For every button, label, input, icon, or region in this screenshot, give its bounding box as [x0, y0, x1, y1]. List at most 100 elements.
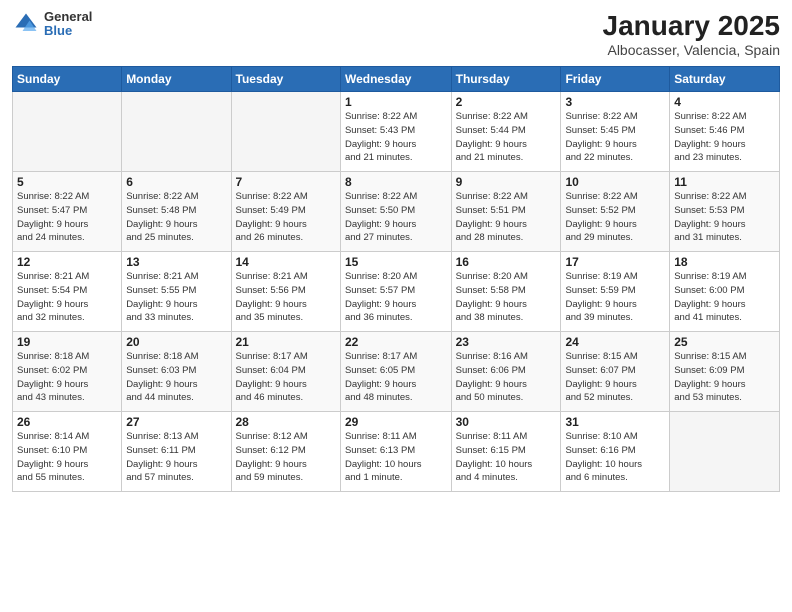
calendar-day: 14Sunrise: 8:21 AM Sunset: 5:56 PM Dayli… — [231, 252, 340, 332]
day-info: Sunrise: 8:22 AM Sunset: 5:50 PM Dayligh… — [345, 190, 447, 245]
calendar-day: 16Sunrise: 8:20 AM Sunset: 5:58 PM Dayli… — [451, 252, 561, 332]
day-info: Sunrise: 8:13 AM Sunset: 6:11 PM Dayligh… — [126, 430, 226, 485]
calendar-day: 28Sunrise: 8:12 AM Sunset: 6:12 PM Dayli… — [231, 412, 340, 492]
day-number: 25 — [674, 335, 775, 349]
day-info: Sunrise: 8:22 AM Sunset: 5:46 PM Dayligh… — [674, 110, 775, 165]
day-number: 6 — [126, 175, 226, 189]
day-info: Sunrise: 8:21 AM Sunset: 5:56 PM Dayligh… — [236, 270, 336, 325]
day-info: Sunrise: 8:22 AM Sunset: 5:51 PM Dayligh… — [456, 190, 557, 245]
day-info: Sunrise: 8:17 AM Sunset: 6:05 PM Dayligh… — [345, 350, 447, 405]
header-sunday: Sunday — [13, 67, 122, 92]
title-block: January 2025 Albocasser, Valencia, Spain — [603, 10, 780, 58]
calendar-day: 11Sunrise: 8:22 AM Sunset: 5:53 PM Dayli… — [670, 172, 780, 252]
header-thursday: Thursday — [451, 67, 561, 92]
day-number: 17 — [565, 255, 665, 269]
calendar-day: 15Sunrise: 8:20 AM Sunset: 5:57 PM Dayli… — [340, 252, 451, 332]
calendar-body: 1Sunrise: 8:22 AM Sunset: 5:43 PM Daylig… — [13, 92, 780, 492]
day-number: 1 — [345, 95, 447, 109]
calendar-day: 1Sunrise: 8:22 AM Sunset: 5:43 PM Daylig… — [340, 92, 451, 172]
calendar-day: 23Sunrise: 8:16 AM Sunset: 6:06 PM Dayli… — [451, 332, 561, 412]
calendar-day: 24Sunrise: 8:15 AM Sunset: 6:07 PM Dayli… — [561, 332, 670, 412]
calendar-day: 13Sunrise: 8:21 AM Sunset: 5:55 PM Dayli… — [122, 252, 231, 332]
day-number: 10 — [565, 175, 665, 189]
day-number: 4 — [674, 95, 775, 109]
day-info: Sunrise: 8:18 AM Sunset: 6:03 PM Dayligh… — [126, 350, 226, 405]
header-monday: Monday — [122, 67, 231, 92]
day-number: 8 — [345, 175, 447, 189]
calendar-day: 26Sunrise: 8:14 AM Sunset: 6:10 PM Dayli… — [13, 412, 122, 492]
calendar-day — [13, 92, 122, 172]
day-info: Sunrise: 8:22 AM Sunset: 5:43 PM Dayligh… — [345, 110, 447, 165]
calendar-subtitle: Albocasser, Valencia, Spain — [603, 42, 780, 58]
day-number: 23 — [456, 335, 557, 349]
calendar-day: 8Sunrise: 8:22 AM Sunset: 5:50 PM Daylig… — [340, 172, 451, 252]
day-info: Sunrise: 8:20 AM Sunset: 5:58 PM Dayligh… — [456, 270, 557, 325]
day-number: 16 — [456, 255, 557, 269]
calendar-week-1: 1Sunrise: 8:22 AM Sunset: 5:43 PM Daylig… — [13, 92, 780, 172]
calendar-day: 5Sunrise: 8:22 AM Sunset: 5:47 PM Daylig… — [13, 172, 122, 252]
calendar-day: 7Sunrise: 8:22 AM Sunset: 5:49 PM Daylig… — [231, 172, 340, 252]
day-info: Sunrise: 8:17 AM Sunset: 6:04 PM Dayligh… — [236, 350, 336, 405]
day-number: 13 — [126, 255, 226, 269]
calendar-day: 22Sunrise: 8:17 AM Sunset: 6:05 PM Dayli… — [340, 332, 451, 412]
day-number: 27 — [126, 415, 226, 429]
day-info: Sunrise: 8:22 AM Sunset: 5:53 PM Dayligh… — [674, 190, 775, 245]
day-info: Sunrise: 8:18 AM Sunset: 6:02 PM Dayligh… — [17, 350, 117, 405]
day-info: Sunrise: 8:21 AM Sunset: 5:54 PM Dayligh… — [17, 270, 117, 325]
day-info: Sunrise: 8:15 AM Sunset: 6:07 PM Dayligh… — [565, 350, 665, 405]
header-row: Sunday Monday Tuesday Wednesday Thursday… — [13, 67, 780, 92]
calendar-day: 17Sunrise: 8:19 AM Sunset: 5:59 PM Dayli… — [561, 252, 670, 332]
calendar-day: 30Sunrise: 8:11 AM Sunset: 6:15 PM Dayli… — [451, 412, 561, 492]
day-number: 29 — [345, 415, 447, 429]
day-number: 21 — [236, 335, 336, 349]
calendar-day: 29Sunrise: 8:11 AM Sunset: 6:13 PM Dayli… — [340, 412, 451, 492]
header-friday: Friday — [561, 67, 670, 92]
calendar-day: 27Sunrise: 8:13 AM Sunset: 6:11 PM Dayli… — [122, 412, 231, 492]
calendar-day: 3Sunrise: 8:22 AM Sunset: 5:45 PM Daylig… — [561, 92, 670, 172]
calendar-week-3: 12Sunrise: 8:21 AM Sunset: 5:54 PM Dayli… — [13, 252, 780, 332]
calendar-title: January 2025 — [603, 10, 780, 42]
day-info: Sunrise: 8:15 AM Sunset: 6:09 PM Dayligh… — [674, 350, 775, 405]
day-number: 28 — [236, 415, 336, 429]
day-info: Sunrise: 8:22 AM Sunset: 5:48 PM Dayligh… — [126, 190, 226, 245]
day-info: Sunrise: 8:11 AM Sunset: 6:15 PM Dayligh… — [456, 430, 557, 485]
day-number: 7 — [236, 175, 336, 189]
calendar-day: 19Sunrise: 8:18 AM Sunset: 6:02 PM Dayli… — [13, 332, 122, 412]
day-number: 22 — [345, 335, 447, 349]
calendar-day: 10Sunrise: 8:22 AM Sunset: 5:52 PM Dayli… — [561, 172, 670, 252]
logo: General Blue — [12, 10, 92, 39]
day-info: Sunrise: 8:19 AM Sunset: 5:59 PM Dayligh… — [565, 270, 665, 325]
header-saturday: Saturday — [670, 67, 780, 92]
calendar-day: 18Sunrise: 8:19 AM Sunset: 6:00 PM Dayli… — [670, 252, 780, 332]
day-number: 3 — [565, 95, 665, 109]
calendar-day: 31Sunrise: 8:10 AM Sunset: 6:16 PM Dayli… — [561, 412, 670, 492]
calendar-day — [670, 412, 780, 492]
day-info: Sunrise: 8:14 AM Sunset: 6:10 PM Dayligh… — [17, 430, 117, 485]
day-info: Sunrise: 8:20 AM Sunset: 5:57 PM Dayligh… — [345, 270, 447, 325]
calendar-day: 9Sunrise: 8:22 AM Sunset: 5:51 PM Daylig… — [451, 172, 561, 252]
day-number: 5 — [17, 175, 117, 189]
calendar-day: 4Sunrise: 8:22 AM Sunset: 5:46 PM Daylig… — [670, 92, 780, 172]
day-number: 14 — [236, 255, 336, 269]
logo-text: General Blue — [44, 10, 92, 39]
calendar-day: 6Sunrise: 8:22 AM Sunset: 5:48 PM Daylig… — [122, 172, 231, 252]
page: General Blue January 2025 Albocasser, Va… — [0, 0, 792, 612]
day-info: Sunrise: 8:22 AM Sunset: 5:45 PM Dayligh… — [565, 110, 665, 165]
day-info: Sunrise: 8:11 AM Sunset: 6:13 PM Dayligh… — [345, 430, 447, 485]
day-info: Sunrise: 8:16 AM Sunset: 6:06 PM Dayligh… — [456, 350, 557, 405]
calendar-day — [231, 92, 340, 172]
calendar-header: Sunday Monday Tuesday Wednesday Thursday… — [13, 67, 780, 92]
calendar-day: 25Sunrise: 8:15 AM Sunset: 6:09 PM Dayli… — [670, 332, 780, 412]
day-info: Sunrise: 8:10 AM Sunset: 6:16 PM Dayligh… — [565, 430, 665, 485]
day-number: 18 — [674, 255, 775, 269]
calendar-day: 12Sunrise: 8:21 AM Sunset: 5:54 PM Dayli… — [13, 252, 122, 332]
day-number: 19 — [17, 335, 117, 349]
day-number: 9 — [456, 175, 557, 189]
day-number: 24 — [565, 335, 665, 349]
day-info: Sunrise: 8:22 AM Sunset: 5:47 PM Dayligh… — [17, 190, 117, 245]
day-number: 30 — [456, 415, 557, 429]
calendar-week-2: 5Sunrise: 8:22 AM Sunset: 5:47 PM Daylig… — [13, 172, 780, 252]
day-info: Sunrise: 8:22 AM Sunset: 5:44 PM Dayligh… — [456, 110, 557, 165]
calendar-table: Sunday Monday Tuesday Wednesday Thursday… — [12, 66, 780, 492]
day-info: Sunrise: 8:21 AM Sunset: 5:55 PM Dayligh… — [126, 270, 226, 325]
